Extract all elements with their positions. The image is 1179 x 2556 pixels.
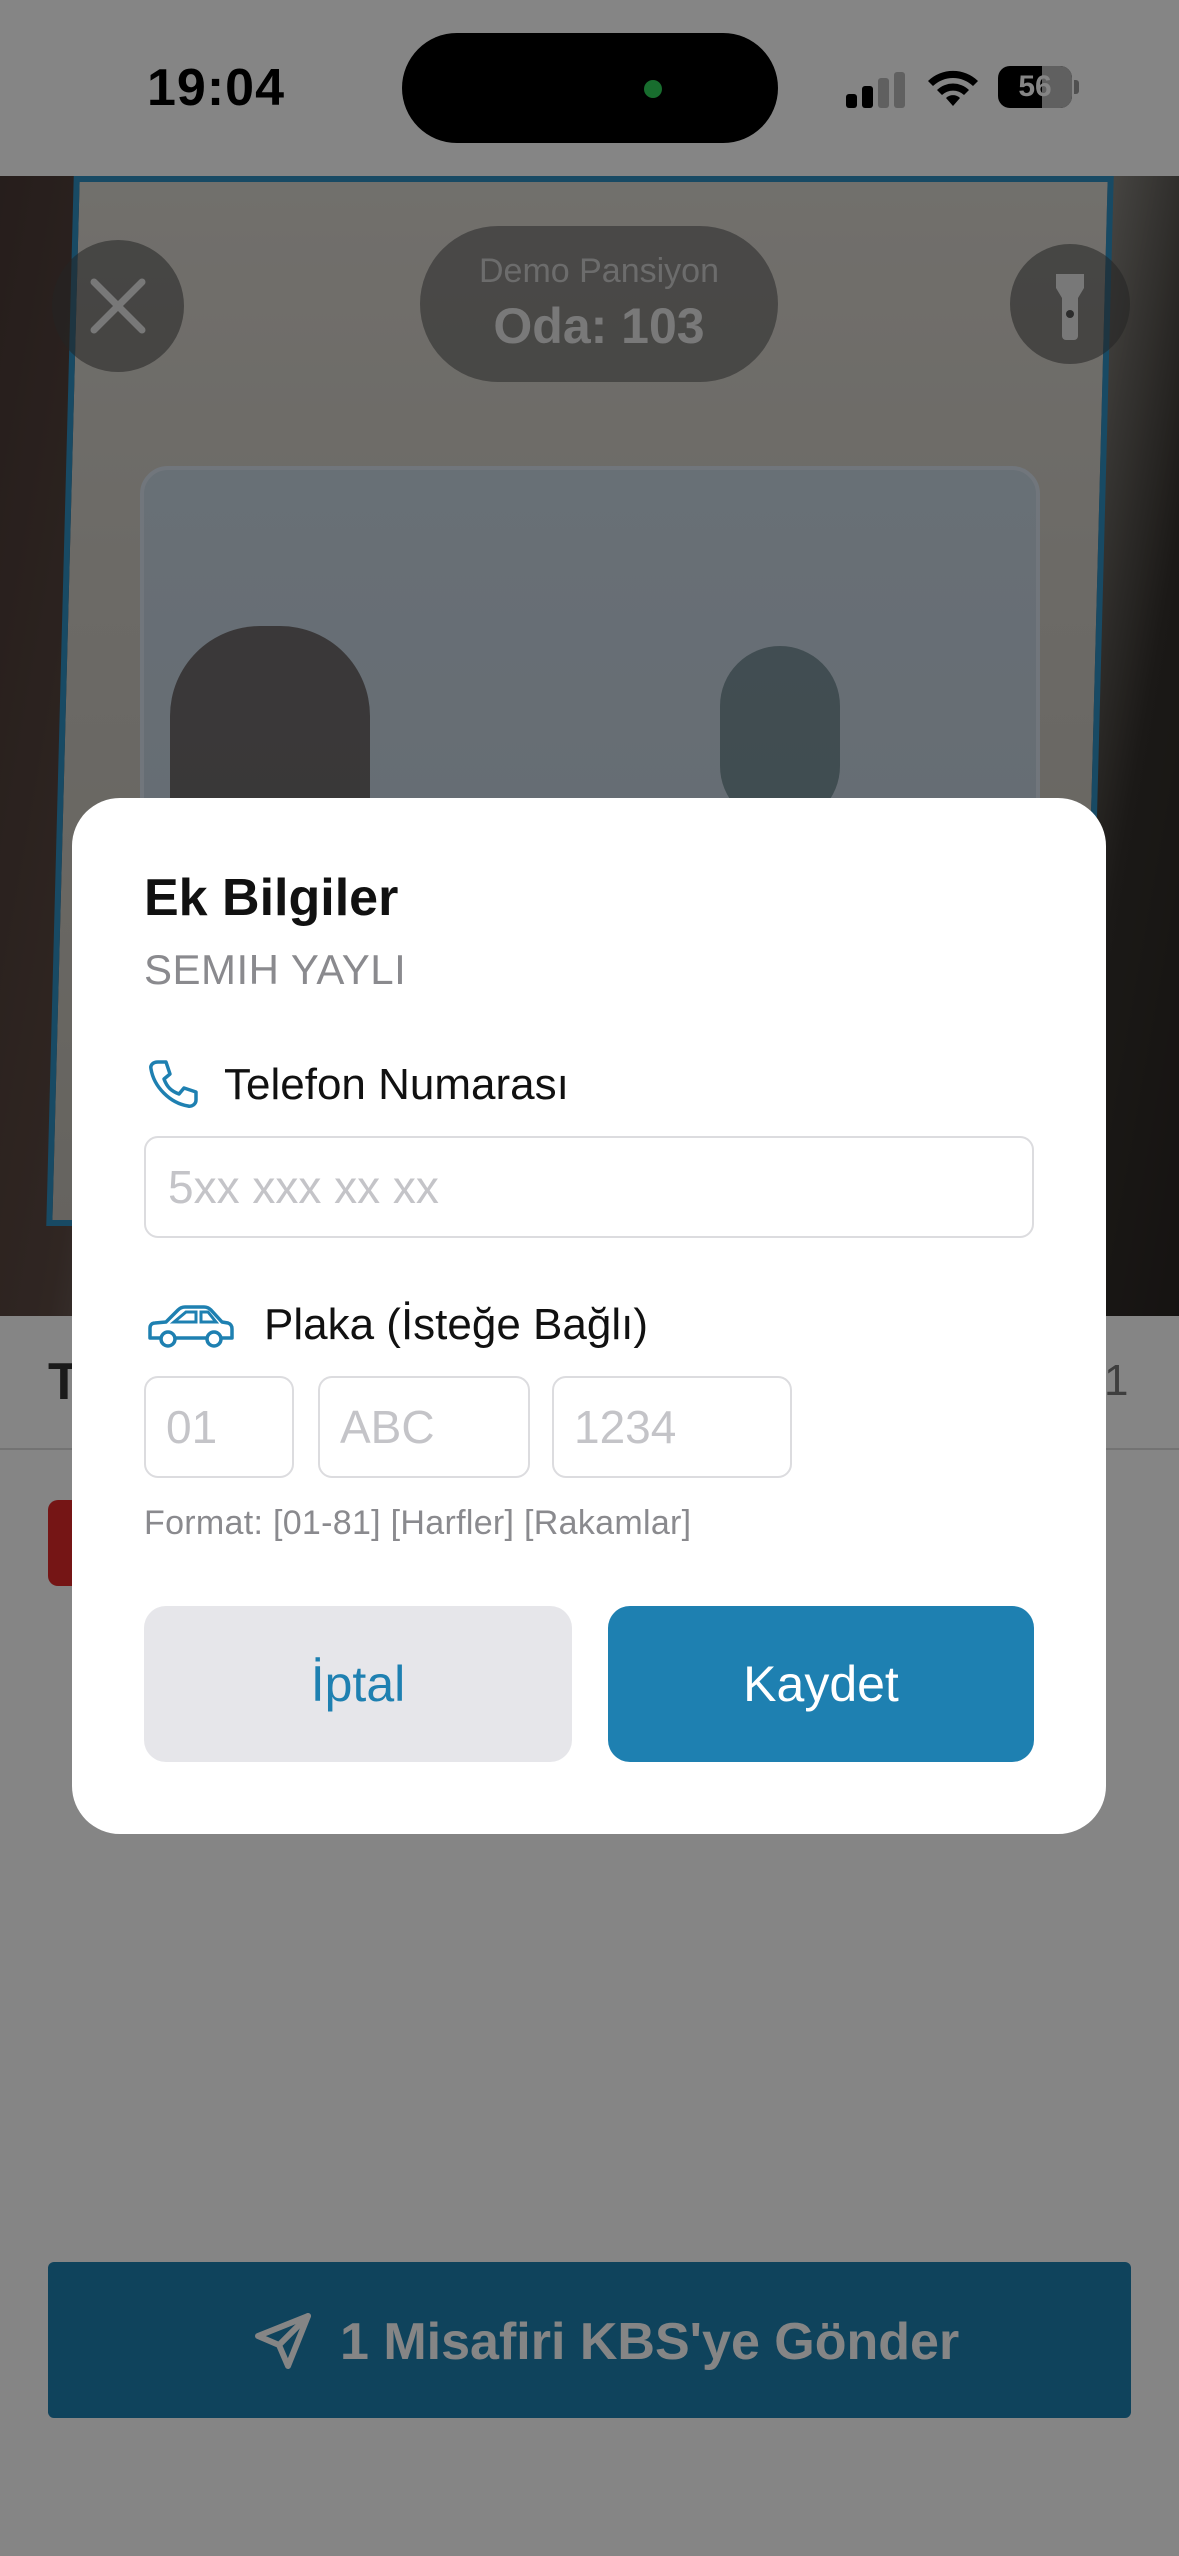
- additional-info-dialog: Ek Bilgiler SEMIH YAYLI Telefon Numarası…: [72, 798, 1106, 1834]
- save-button[interactable]: Kaydet: [608, 1606, 1034, 1762]
- phone-input[interactable]: [144, 1136, 1034, 1238]
- plate-letters-input[interactable]: [318, 1376, 530, 1478]
- car-icon: [148, 1305, 234, 1348]
- plate-city-code-input[interactable]: [144, 1376, 294, 1478]
- phone-label: Telefon Numarası: [224, 1060, 569, 1109]
- plate-numbers-input[interactable]: [552, 1376, 792, 1478]
- plate-label: Plaka (İsteğe Bağlı): [264, 1300, 648, 1349]
- plate-format-hint: Format: [01-81] [Harfler] [Rakamlar]: [144, 1504, 692, 1542]
- dialog-title: Ek Bilgiler: [144, 869, 399, 927]
- cancel-button[interactable]: İptal: [144, 1606, 572, 1762]
- phone-icon: [149, 1060, 198, 1108]
- guest-name: SEMIH YAYLI: [144, 946, 407, 993]
